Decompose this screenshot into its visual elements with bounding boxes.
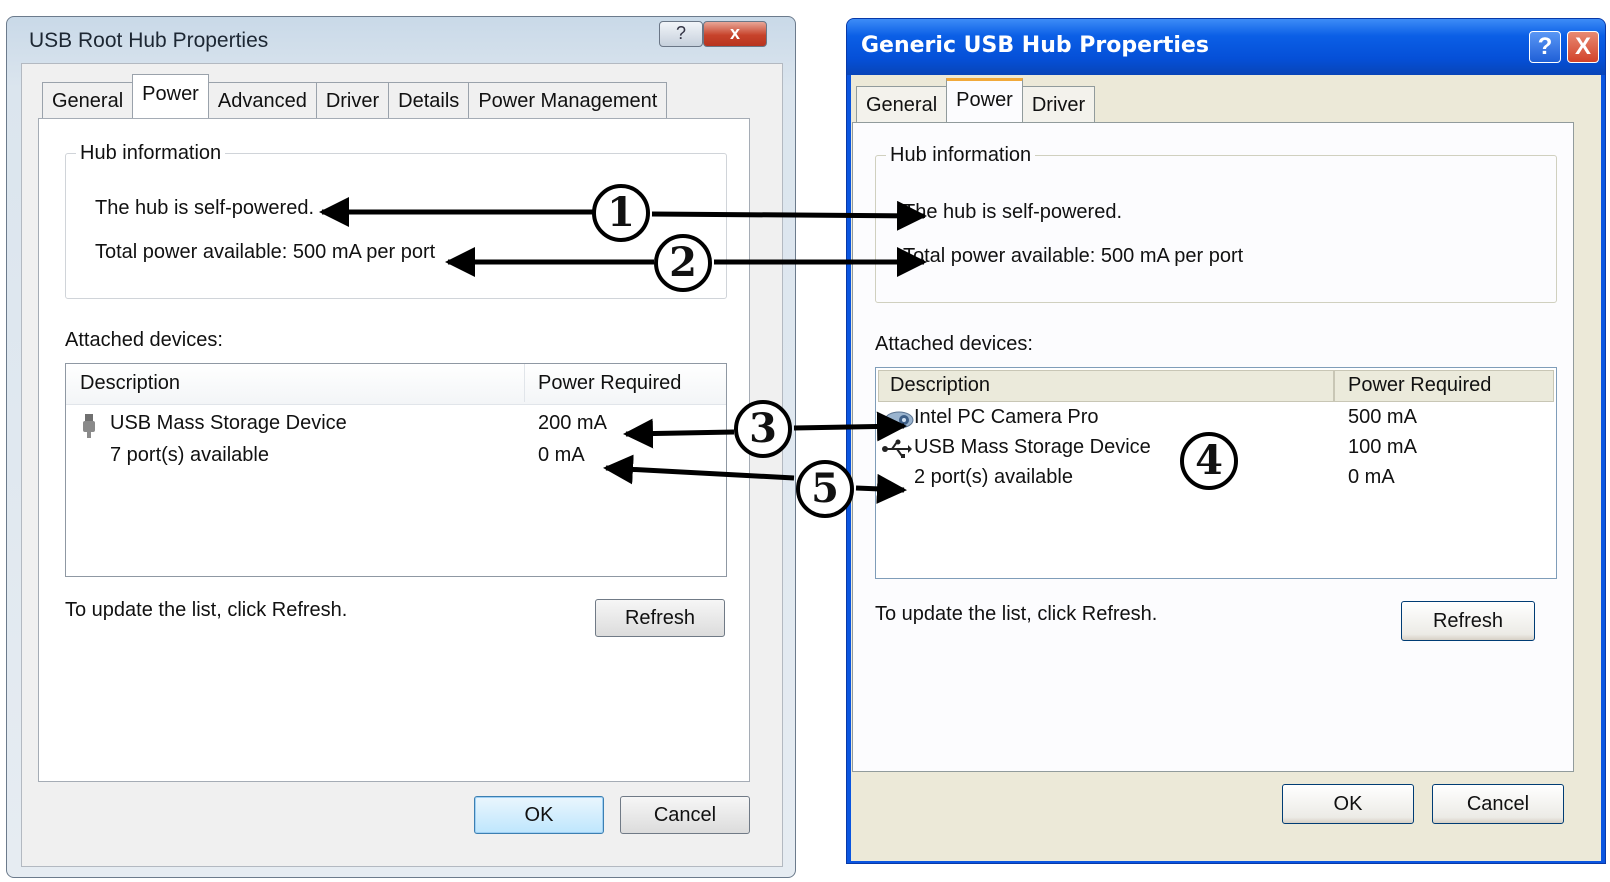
- callout-2: 2: [654, 234, 712, 292]
- arrow-3-left: [623, 418, 735, 449]
- callout-1: 1: [592, 184, 650, 242]
- callout-3: 3: [734, 400, 792, 458]
- arrow-5-left: [603, 454, 795, 485]
- arrow-5-right: [855, 473, 907, 504]
- callout-5: 5: [796, 460, 854, 518]
- callout-arrows: [319, 197, 927, 504]
- callout-4: 4: [1180, 432, 1238, 490]
- arrow-1-right: [651, 200, 927, 231]
- arrow-3-right: [793, 411, 907, 442]
